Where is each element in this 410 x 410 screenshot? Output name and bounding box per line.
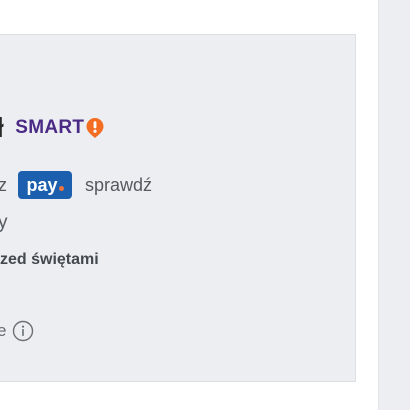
- check-link[interactable]: sprawdź: [85, 175, 152, 196]
- pay-dot-icon: [59, 186, 64, 191]
- smart-logo: SMART: [15, 117, 105, 139]
- info-text: e: [0, 321, 7, 340]
- offer-text-line: y: [0, 212, 8, 233]
- info-icon[interactable]: [12, 320, 34, 342]
- price: ł: [0, 112, 4, 144]
- pay-badge-label: pay: [26, 174, 58, 195]
- smart-label: SMART: [15, 117, 85, 138]
- right-sidebar: [378, 0, 410, 410]
- page: ł SMART z pay sprawdź y zed świętami e: [0, 0, 410, 410]
- offer-card: [0, 34, 356, 382]
- smart-badge-icon: [86, 118, 104, 138]
- payment-prefix: z: [0, 174, 7, 195]
- price-row: ł SMART: [0, 108, 105, 148]
- payment-row: z pay sprawdź: [0, 170, 152, 200]
- delivery-text: zed świętami: [0, 251, 99, 268]
- pay-badge: pay: [18, 171, 72, 199]
- info-row: e: [0, 319, 34, 343]
